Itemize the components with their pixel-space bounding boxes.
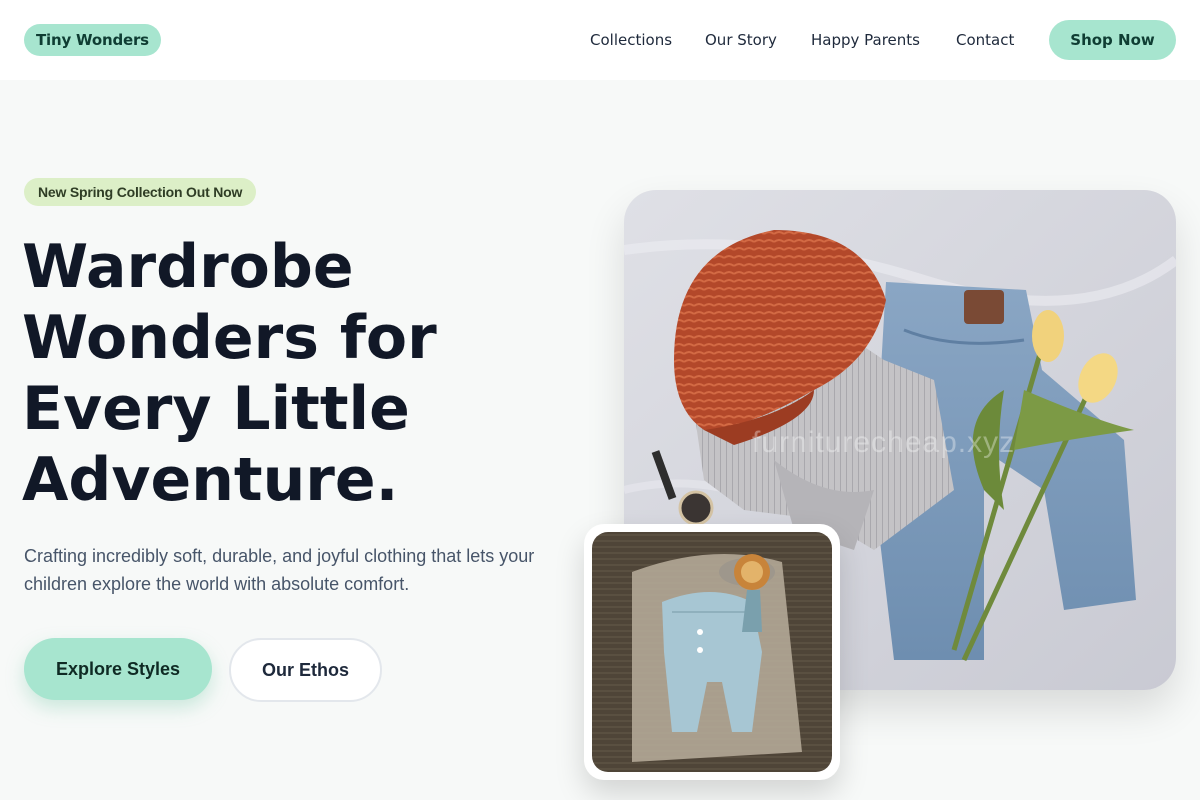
baby-outfit-illustration — [592, 532, 832, 772]
our-ethos-button[interactable]: Our Ethos — [229, 638, 382, 702]
headline-line: Wardrobe — [22, 232, 354, 302]
headline-line: Adventure. — [22, 445, 399, 515]
secondary-image-frame — [584, 524, 840, 780]
baby-outfit-image — [592, 532, 832, 772]
top-navbar: Tiny Wonders Collections Our Story Happy… — [0, 0, 1200, 80]
headline-line: Every Little — [22, 374, 410, 444]
shop-now-button[interactable]: Shop Now — [1049, 20, 1176, 60]
explore-styles-button[interactable]: Explore Styles — [24, 638, 212, 700]
nav-link-happy-parents[interactable]: Happy Parents — [811, 30, 920, 50]
headline-line: Wonders for — [22, 303, 437, 373]
hero-headline: Wardrobe Wonders for Every Little Advent… — [22, 232, 582, 516]
nav-link-collections[interactable]: Collections — [590, 30, 672, 50]
hero-subtext: Crafting incredibly soft, durable, and j… — [24, 546, 535, 594]
logo[interactable]: Tiny Wonders — [24, 24, 161, 56]
collection-badge: New Spring Collection Out Now — [24, 178, 257, 206]
nav-link-our-story[interactable]: Our Story — [705, 30, 777, 50]
nav-link-contact[interactable]: Contact — [956, 30, 1014, 50]
image-watermark: furniturecheap.xyz — [752, 426, 1016, 459]
